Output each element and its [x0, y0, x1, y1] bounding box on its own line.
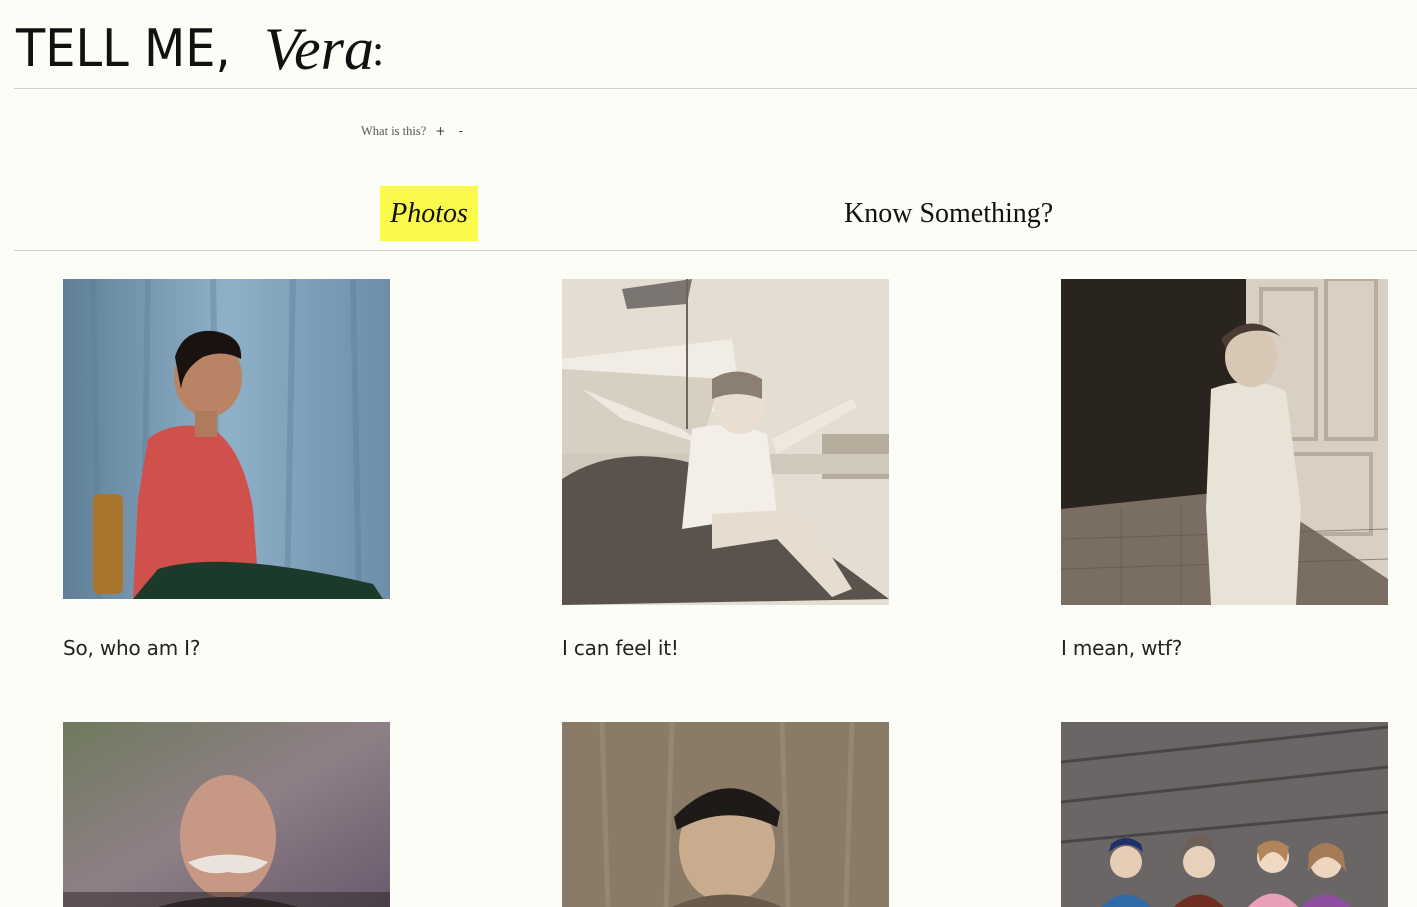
- photo-card[interactable]: I mean, wtf?: [1061, 279, 1388, 669]
- photo-caption: I can feel it!: [562, 636, 679, 660]
- photo-girl-boat[interactable]: [562, 279, 889, 605]
- photo-boy-beret[interactable]: [562, 722, 889, 907]
- photo-mustache-man[interactable]: [63, 722, 390, 907]
- photo-child-doorway[interactable]: [1061, 279, 1388, 605]
- site-logo[interactable]: TELL ME, Vera :: [16, 14, 384, 84]
- what-is-this-label[interactable]: What is this?: [361, 124, 426, 139]
- photo-caption: So, who am I?: [63, 636, 201, 660]
- photo-four-girls[interactable]: [1061, 722, 1388, 907]
- tab-photos[interactable]: Photos: [380, 186, 478, 241]
- photo-card[interactable]: I can feel it!: [562, 279, 889, 669]
- logo-main-text: TELL ME,: [16, 19, 231, 79]
- collapse-info-button[interactable]: -: [459, 124, 463, 138]
- photo-card[interactable]: So, who am I?: [63, 279, 390, 669]
- photo-card[interactable]: [562, 722, 889, 907]
- photo-card[interactable]: [63, 722, 390, 907]
- tab-know-something[interactable]: Know Something?: [844, 186, 1053, 241]
- tab-bar: Photos Know Something?: [14, 182, 1417, 251]
- photo-woman-portrait[interactable]: [63, 279, 390, 599]
- logo-name-text: Vera: [264, 16, 374, 82]
- photo-card[interactable]: [1061, 722, 1388, 907]
- logo-punct: :: [372, 26, 385, 75]
- photo-caption: I mean, wtf?: [1061, 636, 1183, 660]
- site-header: TELL ME, Vera :: [14, 0, 1417, 89]
- info-toggle-row: What is this? + -: [361, 124, 463, 144]
- expand-info-button[interactable]: +: [435, 124, 445, 138]
